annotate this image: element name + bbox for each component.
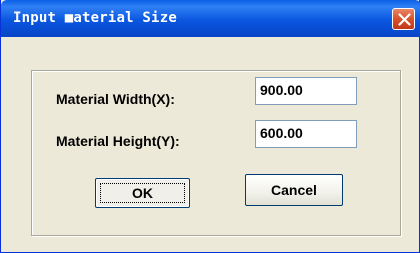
close-icon	[398, 13, 411, 26]
cancel-button[interactable]: Cancel	[245, 174, 343, 206]
material-height-label: Material Height(Y):	[56, 133, 180, 149]
material-width-input[interactable]: 900.00	[255, 77, 357, 105]
focus-rectangle	[100, 183, 185, 203]
material-width-label: Material Width(X):	[56, 91, 175, 107]
window-title: Input ■aterial Size	[13, 10, 177, 26]
close-button[interactable]	[392, 8, 415, 30]
title-bar[interactable]: Input ■aterial Size	[1, 0, 420, 37]
cancel-button-label: Cancel	[271, 182, 317, 198]
material-height-input[interactable]: 600.00	[255, 120, 357, 148]
ok-button[interactable]: OK	[95, 178, 190, 208]
dialog-window: Input ■aterial Size Material Width(X): 9…	[0, 0, 420, 253]
